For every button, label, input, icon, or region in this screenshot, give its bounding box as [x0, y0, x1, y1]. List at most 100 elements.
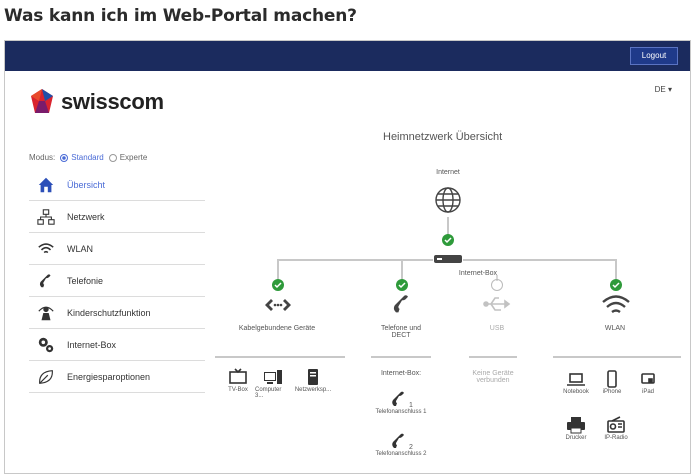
tv-icon [229, 368, 247, 384]
device-label: Telefonanschluss 2 [375, 451, 427, 457]
radio-selected-icon [60, 153, 69, 162]
phone-port-icon-group: 2 [389, 431, 413, 451]
mode-standard-option[interactable]: Standard [60, 153, 104, 162]
branch-label-usb: USB [489, 325, 505, 332]
bus-line-right [463, 259, 617, 261]
computer-icon [264, 370, 282, 384]
device-label: Drucker [565, 435, 587, 441]
branch-label-wlan: WLAN [604, 325, 626, 332]
home-icon [35, 175, 57, 195]
device-ip-radio[interactable]: IP-Radio [599, 415, 633, 441]
connector-line [401, 259, 403, 279]
phone-port-icon-group: 1 [389, 389, 413, 409]
device-label: TV-Box [228, 387, 248, 393]
sidebar-item-kinderschutz[interactable]: Kinderschutzfunktion [29, 297, 205, 329]
phone-port-number: 2 [409, 444, 413, 451]
overview-title: Heimnetzwerk Übersicht [383, 131, 503, 143]
phone-port-number: 1 [409, 402, 413, 409]
phone-icon [392, 391, 405, 406]
internet-label: Internet [436, 169, 460, 176]
sidebar-item-energie[interactable]: Energiesparoptionen [29, 361, 205, 393]
parental-icon [35, 303, 57, 323]
router-icon[interactable] [433, 252, 463, 266]
sidebar-item-label: Internet-Box [67, 339, 117, 350]
device-netzwerkspeicher[interactable]: Netzwerksp... [291, 367, 335, 393]
section-divider [469, 356, 517, 358]
mode-label: Modus: [29, 153, 56, 162]
mode-experte-option[interactable]: Experte [108, 153, 148, 162]
wifi-icon[interactable] [601, 293, 631, 317]
smartphone-icon [607, 370, 617, 388]
connector-line [277, 259, 279, 279]
phone-icon [35, 271, 57, 291]
device-label: iPad [641, 389, 654, 395]
brand-logo[interactable]: swisscom [27, 87, 164, 117]
storage-icon [308, 369, 318, 385]
device-label: IP-Radio [604, 435, 628, 441]
sidebar-item-label: Telefonie [67, 275, 104, 286]
sidebar-item-label: Energiesparoptionen [67, 371, 151, 382]
device-label: Telefonanschluss 1 [375, 409, 427, 415]
sidebar-item-wlan[interactable]: WLAN [29, 233, 205, 265]
bus-line-left [277, 259, 433, 261]
gear-icon [35, 335, 57, 355]
device-label: Computer 3... [255, 387, 282, 399]
connector-line [615, 259, 617, 279]
phone-ports-header: Internet-Box: [380, 370, 422, 377]
mode-standard-label: Standard [71, 153, 104, 162]
sidebar-item-label: Übersicht [67, 179, 106, 190]
mode-experte-label: Experte [119, 153, 148, 162]
device-iphone[interactable]: iPhone [597, 369, 627, 395]
printer-icon [567, 417, 585, 434]
radio-icon [607, 416, 625, 433]
globe-icon[interactable] [433, 185, 463, 215]
sidebar-item-label: Netzwerk [67, 211, 105, 222]
sidebar-nav: Übersicht Netzwerk WLAN Telefonie Kinder… [29, 169, 205, 393]
sidebar-item-internet-box[interactable]: Internet-Box [29, 329, 205, 361]
device-tv-box[interactable]: TV-Box [221, 367, 255, 393]
top-bar: Logout [5, 41, 690, 71]
section-divider [215, 356, 345, 358]
radio-empty-icon [108, 153, 117, 162]
sidebar-item-label: Kinderschutzfunktion [67, 307, 151, 318]
sidebar-item-uebersicht[interactable]: Übersicht [29, 169, 205, 201]
page-heading: Was kann ich im Web-Portal machen? [4, 6, 357, 26]
leaf-icon [35, 367, 57, 387]
sidebar-item-label: WLAN [67, 243, 94, 254]
brand-name: swisscom [61, 89, 164, 114]
device-drucker[interactable]: Drucker [559, 415, 593, 441]
device-label: Netzwerksp... [294, 387, 332, 393]
device-computer[interactable]: Computer 3... [255, 367, 291, 399]
wifi-icon [35, 239, 57, 259]
sidebar-item-netzwerk[interactable]: Netzwerk [29, 201, 205, 233]
swisscom-logo-icon [31, 89, 53, 113]
section-divider [553, 356, 681, 358]
phone-icon[interactable] [390, 291, 414, 317]
web-portal-screenshot: Logout swisscom DE ▾ Modus: Standard Exp… [4, 40, 691, 474]
language-select[interactable]: DE ▾ [655, 85, 672, 94]
branch-label-wired: Kabelgebundene Geräte [238, 325, 316, 332]
device-label: Notebook [563, 389, 589, 395]
network-icon [35, 207, 57, 227]
branch-label-phone: Telefone und DECT [380, 325, 422, 339]
device-ipad[interactable]: iPad [633, 369, 663, 395]
status-empty-icon [491, 279, 503, 291]
sidebar-item-telefonie[interactable]: Telefonie [29, 265, 205, 297]
status-ok-icon [272, 279, 284, 291]
logout-button[interactable]: Logout [630, 47, 678, 65]
device-label: iPhone [602, 389, 622, 395]
status-ok-icon [610, 279, 622, 291]
connector-line [447, 217, 449, 235]
laptop-icon [567, 373, 585, 386]
phone-port-1[interactable]: 1 Telefonanschluss 1 [371, 389, 431, 415]
usb-icon[interactable] [483, 294, 511, 314]
device-notebook[interactable]: Notebook [559, 369, 593, 395]
section-divider [371, 356, 431, 358]
phone-port-2[interactable]: 2 Telefonanschluss 2 [371, 431, 431, 457]
mode-switch: Modus: Standard Experte [29, 153, 147, 162]
phone-icon [392, 433, 405, 448]
tablet-icon [641, 373, 655, 384]
status-ok-icon [442, 234, 454, 246]
wired-icon[interactable] [263, 294, 293, 316]
status-ok-icon [396, 279, 408, 291]
